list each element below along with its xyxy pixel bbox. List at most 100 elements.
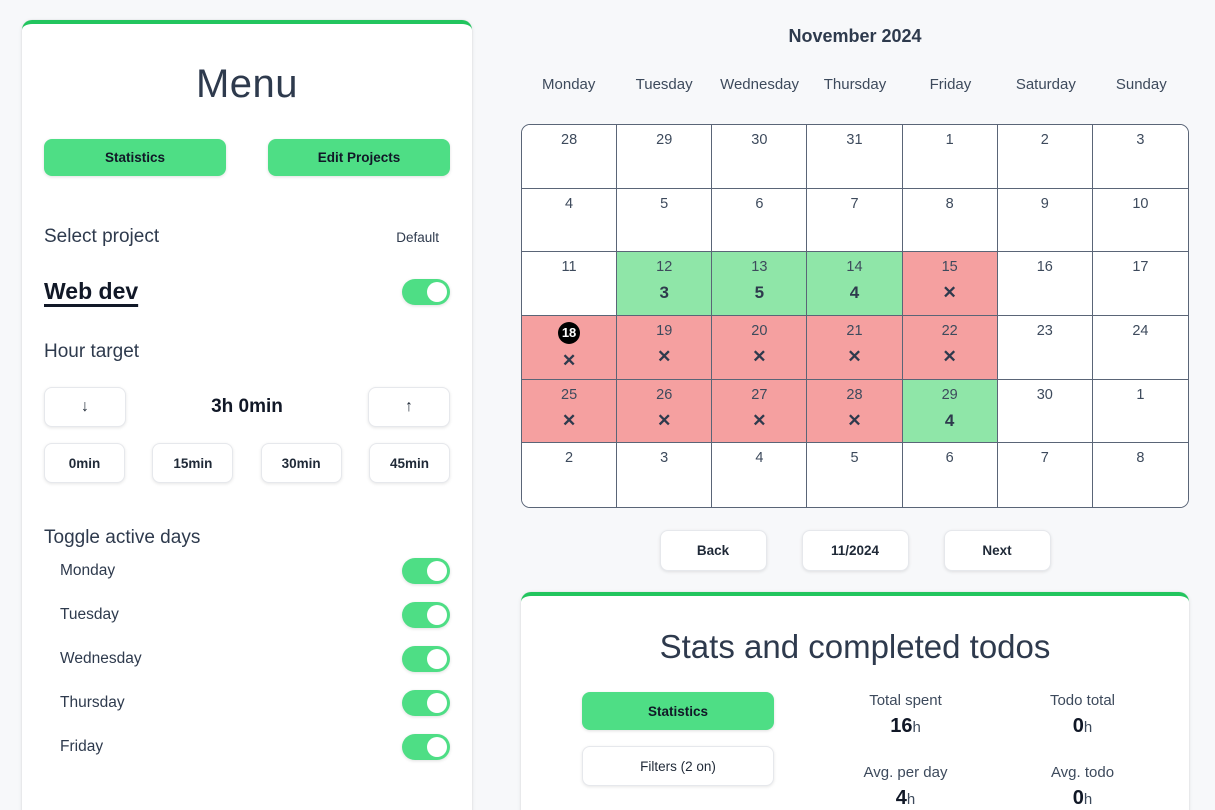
quick-minutes-0[interactable]: 0min <box>44 443 125 483</box>
calendar-cell[interactable]: 17 <box>1092 252 1188 316</box>
calendar-cell[interactable]: 15 ✕ <box>902 252 998 316</box>
calendar-miss-icon: ✕ <box>657 410 672 430</box>
stats-title: Stats and completed todos <box>659 628 1051 665</box>
calendar-cell[interactable]: 2 <box>997 125 1093 189</box>
calendar-cell-today[interactable]: 18 ✕ <box>522 316 618 380</box>
stat-metric: Avg. per day 4h <box>817 764 994 810</box>
calendar-cell[interactable]: 11 <box>522 252 618 316</box>
calendar-cell[interactable]: 21 ✕ <box>807 316 903 380</box>
calendar-cell[interactable]: 19 ✕ <box>617 316 713 380</box>
calendar-day-number: 8 <box>1136 450 1145 467</box>
calendar-cell[interactable]: 16 <box>997 252 1093 316</box>
weekday-label: Sunday <box>1115 76 1167 93</box>
calendar-cell[interactable]: 6 <box>712 188 808 253</box>
calendar-cell[interactable]: 3 <box>1092 125 1188 189</box>
calendar-day-number: 10 <box>1132 195 1149 212</box>
quick-minutes-45[interactable]: 45min <box>368 443 450 483</box>
app-root: Menu Statistics Edit Projects Select pro… <box>0 0 1215 810</box>
select-project-value[interactable]: Default <box>396 230 450 245</box>
active-day-toggle[interactable] <box>402 734 450 760</box>
edit-projects-button[interactable]: Edit Projects <box>268 139 450 176</box>
calendar-day-number: 20 <box>751 323 768 339</box>
active-day-toggle[interactable] <box>402 690 450 716</box>
stat-metric: Todo total 0h <box>994 692 1171 738</box>
calendar-back-button[interactable]: Back <box>659 530 767 571</box>
stat-metric-label: Avg. todo <box>1050 764 1115 781</box>
calendar-cell[interactable]: 8 <box>902 188 998 253</box>
project-name-link[interactable]: Web dev <box>44 278 138 305</box>
calendar-cell[interactable]: 4 <box>712 443 808 507</box>
calendar-next-button[interactable]: Next <box>943 530 1051 571</box>
calendar-cell[interactable]: 6 <box>902 443 998 507</box>
project-row: Web dev <box>22 278 472 305</box>
calendar-cell[interactable]: 30 <box>712 125 808 189</box>
active-day-label: Thursday <box>60 694 125 711</box>
calendar-day-number: 29 <box>656 132 673 148</box>
calendar-cell[interactable]: 10 <box>1092 188 1188 253</box>
calendar-cell[interactable]: 8 <box>1092 443 1188 507</box>
calendar-miss-icon: ✕ <box>942 347 957 366</box>
calendar-cell[interactable]: 1 <box>902 125 998 189</box>
calendar-day-number: 9 <box>1040 195 1049 212</box>
quick-minutes-30[interactable]: 30min <box>260 443 342 483</box>
calendar-miss-icon: ✕ <box>752 410 767 430</box>
calendar-cell[interactable]: 31 <box>807 125 903 189</box>
calendar-cell[interactable]: 5 <box>617 188 713 253</box>
calendar-miss-icon: ✕ <box>847 410 862 430</box>
quick-minutes-15[interactable]: 15min <box>152 443 234 483</box>
calendar-cell[interactable]: 7 <box>997 443 1093 507</box>
stat-metric-number: 0 <box>1072 787 1084 809</box>
calendar-day-number: 4 <box>565 195 574 212</box>
calendar-cell[interactable]: 29 <box>617 125 713 189</box>
calendar-miss-icon: ✕ <box>847 347 862 366</box>
statistics-button[interactable]: Statistics <box>44 139 226 176</box>
toggle-knob <box>427 281 447 302</box>
calendar-cell[interactable]: 28 <box>522 125 618 189</box>
calendar-cell[interactable]: 25 ✕ <box>522 379 618 444</box>
increase-hour-button[interactable]: ↑ <box>368 387 450 427</box>
calendar-cell[interactable]: 23 <box>997 316 1093 380</box>
calendar-cell[interactable]: 2 <box>522 443 618 507</box>
calendar-cell[interactable]: 24 <box>1092 316 1188 380</box>
calendar-cell[interactable]: 20 ✕ <box>712 316 808 380</box>
calendar-cell[interactable]: 4 <box>522 188 618 253</box>
calendar-current-month-button[interactable]: 11/2024 <box>801 530 909 571</box>
calendar-cell[interactable]: 26 ✕ <box>617 379 713 444</box>
calendar-navigation: Back 11/2024 Next <box>521 530 1189 571</box>
active-day-toggle[interactable] <box>402 646 450 672</box>
active-day-toggle[interactable] <box>402 558 450 584</box>
stats-actions: Statistics Filters (2 on) <box>539 692 817 810</box>
calendar-day-hours: 3 <box>659 283 669 303</box>
calendar-weekday-header: Monday Tuesday Wednesday Thursday Friday Satu… <box>521 76 1189 93</box>
calendar-cell[interactable]: 13 5 <box>712 252 808 316</box>
calendar-cell[interactable]: 27 ✕ <box>712 379 808 444</box>
active-day-row: Friday <box>22 725 472 769</box>
active-day-toggle[interactable] <box>402 602 450 628</box>
calendar-cell[interactable]: 30 <box>997 379 1093 444</box>
stat-metric-unit: h <box>906 791 916 808</box>
menu-panel: Menu Statistics Edit Projects Select pro… <box>22 20 472 810</box>
calendar-day-number: 6 <box>945 450 954 467</box>
calendar-cell[interactable]: 14 4 <box>807 252 903 316</box>
calendar-miss-icon: ✕ <box>561 410 577 430</box>
calendar-cell[interactable]: 22 ✕ <box>902 316 998 380</box>
quick-minutes-row: 0min 15min 30min 45min <box>22 443 472 483</box>
calendar-month-title: November 2024 <box>788 26 922 46</box>
calendar-cell[interactable]: 29 4 <box>902 379 998 444</box>
calendar-day-number: 30 <box>751 132 768 148</box>
calendar-cell[interactable]: 12 3 <box>617 252 713 316</box>
calendar-day-number: 15 <box>941 259 958 276</box>
stats-statistics-button[interactable]: Statistics <box>582 692 774 730</box>
project-active-toggle[interactable] <box>402 278 450 305</box>
stat-metric-unit: h <box>912 719 921 736</box>
active-day-row: Tuesday <box>22 593 472 637</box>
stats-filters-button[interactable]: Filters (2 on) <box>582 746 774 786</box>
calendar-cell[interactable]: 9 <box>997 188 1093 253</box>
calendar-cell[interactable]: 1 <box>1092 379 1188 444</box>
weekday-label: Monday <box>542 76 596 93</box>
calendar-cell[interactable]: 3 <box>617 443 713 507</box>
calendar-cell[interactable]: 7 <box>807 188 903 253</box>
calendar-cell[interactable]: 5 <box>807 443 903 507</box>
decrease-hour-button[interactable]: ↓ <box>44 387 126 427</box>
calendar-cell[interactable]: 28 ✕ <box>807 379 903 444</box>
